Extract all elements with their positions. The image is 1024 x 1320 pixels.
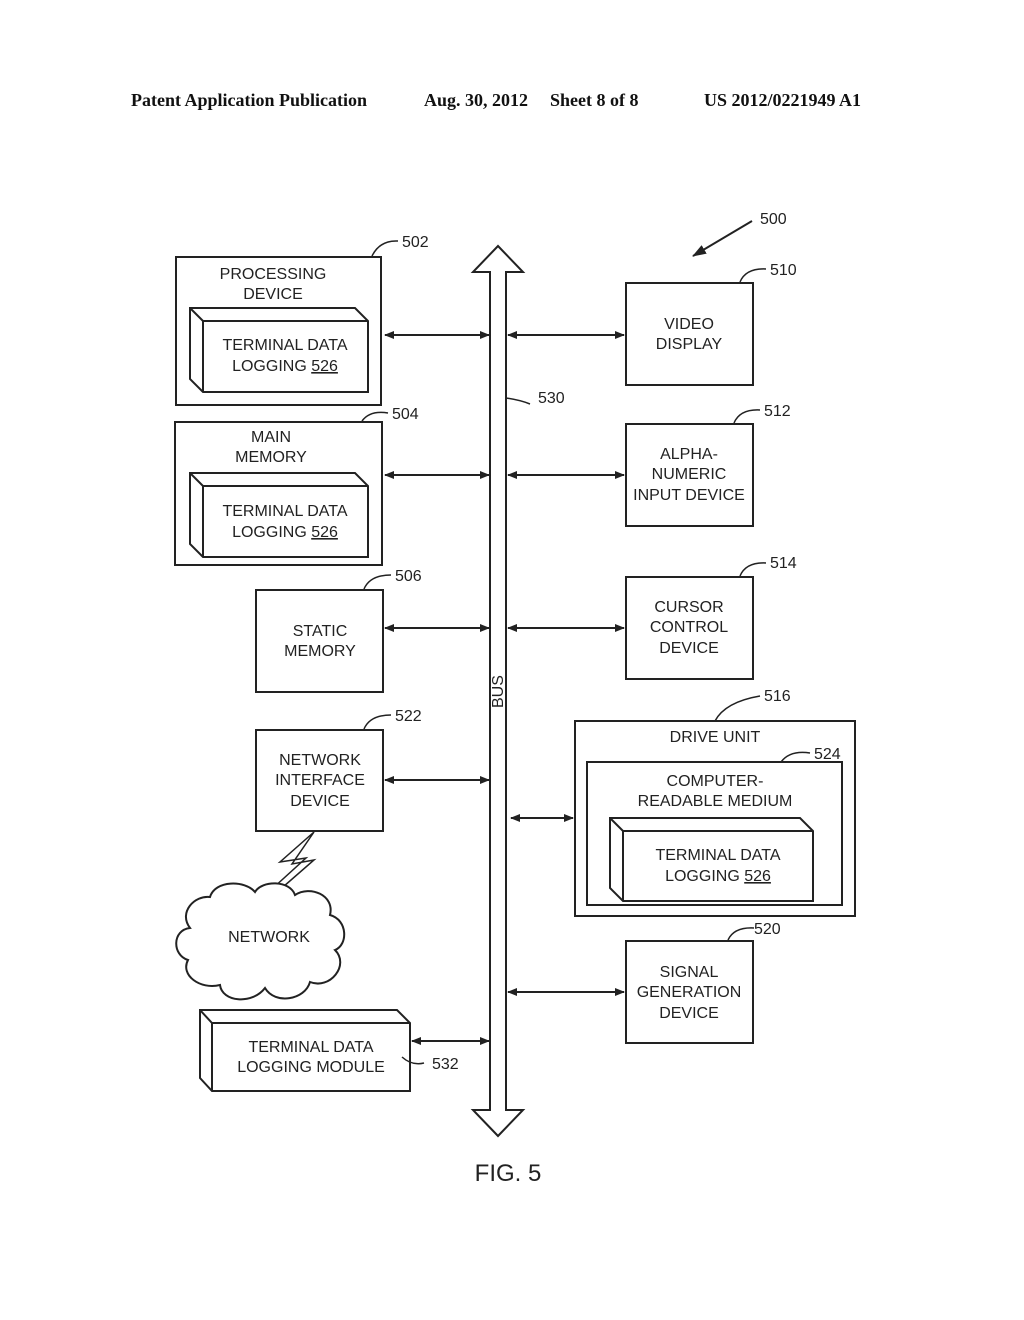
svg-text:SIGNAL: SIGNAL: [660, 964, 719, 981]
svg-text:GENERATION: GENERATION: [637, 984, 742, 1001]
svg-text:510: 510: [770, 262, 797, 279]
cursor-control-device: CURSOR CONTROL DEVICE 514: [507, 555, 797, 680]
svg-text:CONTROL: CONTROL: [650, 619, 728, 636]
svg-text:TERMINAL DATA: TERMINAL DATA: [222, 503, 347, 520]
svg-text:INTERFACE: INTERFACE: [275, 772, 365, 789]
svg-text:DEVICE: DEVICE: [290, 793, 350, 810]
svg-text:NUMERIC: NUMERIC: [652, 466, 727, 483]
svg-text:MAIN: MAIN: [251, 429, 291, 446]
terminal-logging-module: TERMINAL DATA LOGGING MODULE 532: [199, 1009, 490, 1092]
figure-label: FIG. 5: [475, 1160, 542, 1187]
block-diagram: 500 BUS 530 PROCESSING DEVICE TERMINAL D…: [174, 211, 856, 1187]
network-cloud-icon: NETWORK: [175, 882, 346, 1001]
svg-text:TERMINAL DATA: TERMINAL DATA: [248, 1039, 373, 1056]
svg-text:504: 504: [392, 406, 419, 423]
svg-text:LOGGING 526: LOGGING 526: [232, 524, 338, 541]
svg-text:512: 512: [764, 403, 791, 420]
svg-text:LOGGING MODULE: LOGGING MODULE: [237, 1059, 385, 1076]
svg-text:502: 502: [402, 234, 429, 251]
svg-text:530: 530: [538, 390, 565, 407]
svg-text:PROCESSING: PROCESSING: [220, 266, 327, 283]
svg-text:522: 522: [395, 708, 422, 725]
svg-text:TERMINAL DATA: TERMINAL DATA: [222, 337, 347, 354]
svg-text:COMPUTER-: COMPUTER-: [667, 773, 764, 790]
network-interface-device: NETWORK INTERFACE DEVICE 522: [255, 708, 490, 832]
svg-text:MEMORY: MEMORY: [284, 643, 356, 660]
svg-text:READABLE MEDIUM: READABLE MEDIUM: [638, 793, 793, 810]
svg-text:TERMINAL DATA: TERMINAL DATA: [655, 847, 780, 864]
svg-text:CURSOR: CURSOR: [654, 599, 723, 616]
svg-text:DEVICE: DEVICE: [659, 640, 719, 657]
terminal-logging-526-c: TERMINAL DATA LOGGING 526: [609, 817, 814, 902]
static-memory: STATIC MEMORY 506: [255, 568, 490, 693]
svg-text:520: 520: [754, 921, 781, 938]
signal-generation-device: SIGNAL GENERATION DEVICE 520: [507, 921, 781, 1044]
drive-unit: DRIVE UNIT 516 COMPUTER- READABLE MEDIUM…: [510, 688, 856, 917]
alphanumeric-input-device: ALPHA- NUMERIC INPUT DEVICE 512: [507, 403, 791, 527]
terminal-logging-526-b: TERMINAL DATA LOGGING 526: [189, 472, 369, 558]
svg-text:516: 516: [764, 688, 791, 705]
svg-text:500: 500: [760, 211, 787, 228]
svg-text:NETWORK: NETWORK: [279, 752, 361, 769]
svg-text:DEVICE: DEVICE: [659, 1005, 719, 1022]
svg-text:MEMORY: MEMORY: [235, 449, 307, 466]
main-memory: MAIN MEMORY TERMINAL DATA LOGGING 526 50…: [174, 406, 490, 566]
video-display: VIDEO DISPLAY 510: [507, 262, 797, 386]
bus-label: BUS: [490, 675, 507, 708]
terminal-logging-526-a: TERMINAL DATA LOGGING 526: [189, 307, 369, 393]
svg-text:INPUT DEVICE: INPUT DEVICE: [633, 487, 745, 504]
processing-device: PROCESSING DEVICE TERMINAL DATA LOGGING …: [175, 234, 490, 406]
svg-text:ALPHA-: ALPHA-: [660, 446, 718, 463]
svg-text:LOGGING 526: LOGGING 526: [232, 358, 338, 375]
svg-text:DRIVE UNIT: DRIVE UNIT: [670, 729, 761, 746]
svg-text:DISPLAY: DISPLAY: [656, 336, 723, 353]
svg-text:VIDEO: VIDEO: [664, 316, 714, 333]
bus: BUS 530: [470, 244, 565, 1138]
svg-text:514: 514: [770, 555, 797, 572]
svg-text:532: 532: [432, 1056, 459, 1073]
system-reference: 500: [692, 211, 787, 257]
svg-text:DEVICE: DEVICE: [243, 286, 303, 303]
svg-text:506: 506: [395, 568, 422, 585]
svg-text:STATIC: STATIC: [293, 623, 348, 640]
svg-text:NETWORK: NETWORK: [228, 929, 310, 946]
wireless-link-icon: [269, 831, 317, 891]
svg-text:524: 524: [814, 746, 841, 763]
svg-text:LOGGING 526: LOGGING 526: [665, 868, 771, 885]
